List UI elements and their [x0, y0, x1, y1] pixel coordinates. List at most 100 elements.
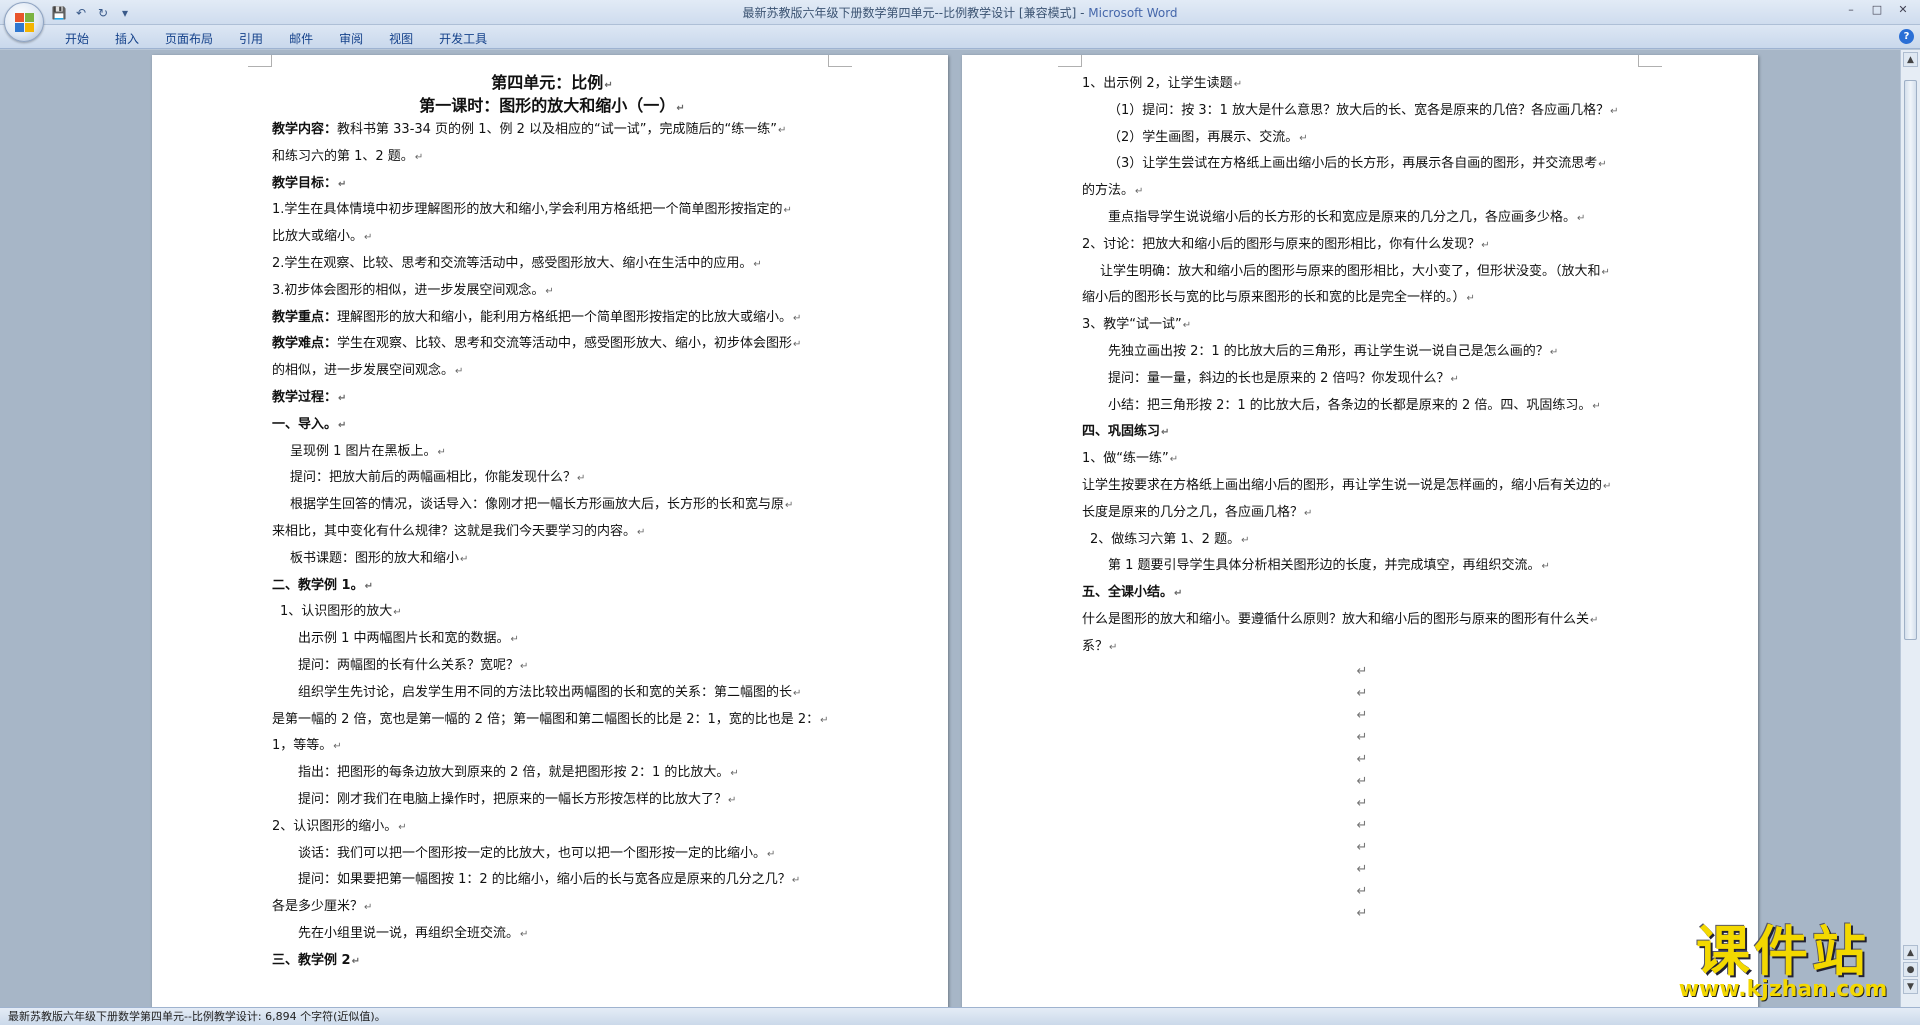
line-text: 第 1 题要引导学生具体分析相关图形边的长度，并完成填空，再组织交流。: [1108, 558, 1541, 574]
paragraph-mark-icon: ↵: [1241, 534, 1250, 546]
undo-button[interactable]: ↶: [72, 4, 90, 22]
paragraph-mark-icon: ↵: [1304, 507, 1313, 519]
paragraph-mark-icon: ↵: [398, 821, 407, 833]
previous-page-icon[interactable]: ▲: [1903, 945, 1918, 960]
tab-page-layout[interactable]: 页面布局: [152, 25, 226, 49]
tab-mailings[interactable]: 邮件: [276, 25, 326, 49]
tab-home[interactable]: 开始: [52, 25, 102, 49]
line-text: 系？: [1082, 638, 1109, 654]
page-text-left[interactable]: 第四单元：比例↵ 第一课时：图形的放大和缩小（一）↵ 教学内容：教科书第 33-34…: [272, 71, 832, 975]
scroll-up-icon[interactable]: ▲: [1903, 52, 1918, 67]
next-page-icon[interactable]: ▼: [1903, 979, 1918, 994]
scrollbar-thumb[interactable]: [1904, 80, 1917, 640]
page-text-right[interactable]: 1、出示例 2，让学生读题↵ （1）提问：按 3：1 放大是什么意思？放大后的长、…: [1082, 71, 1642, 925]
line-text: （1）提问：按 3：1 放大是什么意思？放大后的长、宽各是原来的几倍？各应画几格…: [1108, 102, 1610, 118]
text-line: 重点指导学生说说缩小后的长方形的长和宽应是原来的几分之几，各应画多少格。↵: [1082, 205, 1642, 232]
paragraph-mark-icon: ↵: [333, 741, 342, 753]
paragraph-mark-icon: ↵: [1466, 293, 1475, 305]
paragraph-mark-icon: ↵: [1577, 212, 1586, 224]
text-line: 教学目标：↵: [272, 171, 832, 198]
line-label: 教学重点：: [272, 309, 338, 325]
paragraph-mark-icon: ↵: [793, 312, 802, 324]
line-text: 长度是原来的几分之几，各应画几格？: [1082, 504, 1304, 520]
empty-paragraph: ↵: [1356, 883, 1368, 899]
line-text: 缩小后的图形长与宽的比与原来图形的长和宽的比是完全一样的。）: [1082, 290, 1466, 306]
line-text: 2.学生在观察、比较、思考和交流等活动中，感受图形放大、缩小在生活中的应用。: [272, 255, 753, 271]
text-line: 教学重点：理解图形的放大和缩小，能利用方格纸把一个简单图形按指定的比放大或缩小。…: [272, 305, 832, 332]
line-text: 教科书第 33-34 页的例 1、例 2 以及相应的“试一试”，完成随后的“练一…: [337, 122, 777, 137]
paragraph-mark-icon: ↵: [1603, 480, 1612, 492]
text-line: 系？↵: [1082, 634, 1642, 661]
quick-access-toolbar: 💾 ↶ ↻ ▾: [50, 3, 134, 23]
line-text: 指出：把图形的每条边放大到原来的 2 倍，就是把图形按 2：1 的比放大。: [298, 765, 730, 781]
text-line: 来相比，其中变化有什么规律？这就是我们今天要学习的内容。↵: [272, 519, 832, 546]
text-line: （3）让学生尝试在方格纸上画出缩小后的长方形，再展示各自画的图形，并交流思考↵: [1082, 151, 1642, 178]
paragraph-mark-icon: ↵: [637, 526, 646, 538]
text-line: 提问：如果要把第一幅图按 1：2 的比缩小，缩小后的长与宽各应是原来的几分之几？…: [272, 867, 832, 894]
paragraph-mark-icon: ↵: [783, 205, 792, 217]
close-button[interactable]: ✕: [1890, 1, 1916, 19]
paragraph-mark-icon: ↵: [1169, 454, 1179, 466]
empty-paragraph: ↵: [1356, 839, 1368, 855]
ribbon-tabs: 开始 插入 页面布局 引用 邮件 审阅 视图 开发工具: [52, 25, 500, 49]
tab-developer[interactable]: 开发工具: [426, 25, 500, 49]
help-icon[interactable]: ?: [1899, 29, 1914, 44]
tab-review[interactable]: 审阅: [326, 25, 376, 49]
line-text: 五、全课小结。: [1082, 585, 1174, 601]
paragraph-mark-icon: ↵: [793, 687, 802, 699]
line-text: 提问：刚才我们在电脑上操作时，把原来的一幅长方形按怎样的比放大了？: [298, 791, 728, 807]
line-text: 理解图形的放大和缩小，能利用方格纸把一个简单图形按指定的比放大或缩小。: [337, 309, 793, 325]
office-button[interactable]: [4, 2, 44, 42]
paragraph-mark-icon: ↵: [676, 103, 685, 114]
text-line: 出示例 1 中两幅图片长和宽的数据。↵: [272, 626, 832, 653]
document-page-left[interactable]: 第四单元：比例↵ 第一课时：图形的放大和缩小（一）↵ 教学内容：教科书第 33-34…: [152, 55, 948, 1007]
line-text: 让学生按要求在方格纸上画出缩小后的图形，再让学生说一说是怎样画的，缩小后有关边的: [1082, 477, 1603, 493]
paragraph-mark-icon: ↵: [1135, 186, 1144, 198]
vertical-scrollbar[interactable]: ▲ ▲ ● ▼: [1900, 50, 1920, 1007]
tab-references[interactable]: 引用: [226, 25, 276, 49]
tab-view[interactable]: 视图: [376, 25, 426, 49]
text-line: 各是多少厘米？↵: [272, 894, 832, 921]
text-line: 提问：把放大前后的两幅画相比，你能发现什么？↵: [272, 465, 832, 492]
minimize-button[interactable]: –: [1838, 1, 1864, 19]
text-line: 1，等等。↵: [272, 733, 832, 760]
text-line: 先在小组里说一说，再组织全班交流。↵: [272, 921, 832, 948]
text-line: 板书课题：图形的放大和缩小↵: [272, 546, 832, 573]
empty-paragraph: ↵: [1356, 707, 1368, 723]
line-text: 四、巩固练习: [1082, 424, 1161, 440]
watermark-logo: 课件站 www.kjzhan.com: [1668, 925, 1898, 1004]
text-line: 二、教学例 1。↵: [272, 573, 832, 600]
paragraph-mark-icon: ↵: [1174, 588, 1183, 600]
document-page-right[interactable]: 1、出示例 2，让学生读题↵ （1）提问：按 3：1 放大是什么意思？放大后的长、…: [962, 55, 1758, 1007]
save-button[interactable]: 💾: [50, 4, 68, 22]
empty-paragraph: ↵: [1356, 685, 1368, 701]
browse-object-icon[interactable]: ●: [1903, 962, 1918, 977]
paragraph-mark-icon: ↵: [1541, 561, 1550, 573]
line-text: 的方法。: [1082, 183, 1135, 199]
paragraph-mark-icon: ↵: [820, 714, 829, 726]
text-line: 先独立画出按 2：1 的比放大后的三角形，再让学生说一说自己是怎么画的？↵: [1082, 339, 1642, 366]
window-title: 最新苏教版六年级下册数学第四单元--比例教学设计 [兼容模式] - Micros…: [0, 4, 1920, 21]
text-line: 根据学生回答的情况，谈话导入：像刚才把一幅长方形画放大后，长方形的长和宽与原↵: [272, 492, 832, 519]
line-text: 根据学生回答的情况，谈话导入：像刚才把一幅长方形画放大后，长方形的长和宽与原: [290, 497, 785, 513]
app-name: Microsoft Word: [1088, 6, 1178, 20]
paragraph-mark-icon: ↵: [1592, 400, 1601, 412]
paragraph-mark-icon: ↵: [785, 500, 794, 512]
text-line: 2、讨论：把放大和缩小后的图形与原来的图形相比，你有什么发现？↵: [1082, 232, 1642, 259]
crop-mark: [828, 55, 852, 67]
text-line: 1.学生在具体情境中初步理解图形的放大和缩小,学会利用方格纸把一个简单图形按指定…: [272, 197, 832, 224]
text-line: 教学过程：↵: [272, 385, 832, 412]
text-line: 3.初步体会图形的相似，进一步发展空间观念。↵: [272, 278, 832, 305]
paragraph-mark-icon: ↵: [1161, 427, 1170, 439]
maximize-button[interactable]: □: [1864, 1, 1890, 19]
crop-mark: [1638, 55, 1662, 67]
redo-button[interactable]: ↻: [94, 4, 112, 22]
document-workspace[interactable]: 第四单元：比例↵ 第一课时：图形的放大和缩小（一）↵ 教学内容：教科书第 33-34…: [0, 50, 1900, 1007]
tab-insert[interactable]: 插入: [102, 25, 152, 49]
line-text: 先独立画出按 2：1 的比放大后的三角形，再让学生说一说自己是怎么画的？: [1108, 343, 1549, 359]
customize-qat-button[interactable]: ▾: [116, 4, 134, 22]
line-text: 板书课题：图形的放大和缩小: [290, 550, 460, 566]
line-text: 2、认识图形的缩小。: [272, 818, 398, 834]
paragraph-mark-icon: ↵: [791, 875, 801, 887]
text-line: 是第一幅的 2 倍，宽也是第一幅的 2 倍；第一幅图和第二幅图长的比是 2：1，…: [272, 707, 832, 734]
